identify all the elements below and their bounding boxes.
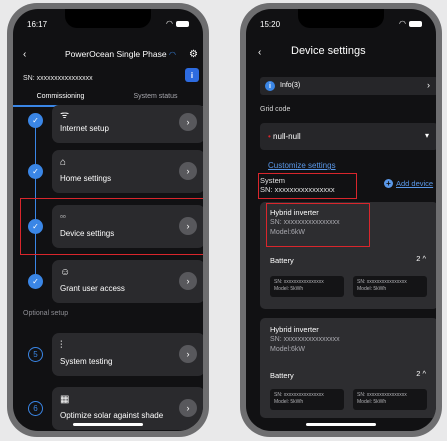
add-device-label: Add device — [396, 179, 434, 188]
wifi-icon: ᯤ — [60, 110, 70, 121]
chevron-right-icon: › — [427, 80, 430, 90]
info-bar[interactable]: i Info(3) › — [260, 77, 436, 95]
device-name: Hybrid inverter — [270, 325, 319, 334]
battery-model: Model: 5kWh — [357, 399, 387, 405]
step-label: Grant user access — [60, 284, 125, 293]
battery-sn: SN: xxxxxxxxxxxxxxxx — [357, 279, 407, 285]
page-title: Device settings — [291, 45, 366, 57]
right-screen: 15:20 ◠ ‹ Device settings i Info(3) › Gr… — [246, 9, 436, 431]
grid-code-select[interactable]: • null-null ▾ — [260, 123, 436, 150]
step-card-system-testing[interactable]: ⫶ System testing › — [52, 333, 203, 376]
chevron-right-icon[interactable]: › — [179, 272, 197, 290]
back-icon[interactable]: ‹ — [23, 49, 26, 60]
battery-sn: SN: xxxxxxxxxxxxxxxx — [274, 279, 324, 285]
solar-panel-icon: ▦ — [60, 394, 70, 405]
required-marker: • — [268, 132, 271, 141]
step-card-home-settings[interactable]: ⌂ Home settings › — [52, 150, 203, 193]
battery-label: Battery — [270, 256, 294, 265]
customize-settings-link[interactable]: Customize settings — [268, 161, 336, 170]
home-icon: ⌂ — [60, 157, 67, 168]
status-time: 15:20 — [260, 19, 281, 29]
battery-count-toggle[interactable]: 2 ^ — [416, 369, 426, 378]
battery-sn: SN: xxxxxxxxxxxxxxxx — [274, 392, 324, 398]
chevron-right-icon[interactable]: › — [179, 162, 197, 180]
grid-code-label: Grid code — [260, 106, 291, 113]
battery-tile[interactable]: SN: xxxxxxxxxxxxxxxx Model: 5kWh — [353, 276, 427, 297]
chevron-right-icon[interactable]: › — [179, 399, 197, 417]
info-label: Info(3) — [280, 82, 301, 89]
highlight-box-system — [258, 173, 357, 199]
battery-status-icon — [176, 21, 189, 27]
info-icon: i — [265, 81, 275, 91]
battery-model: Model: 5kWh — [274, 286, 304, 292]
device-sn: SN: xxxxxxxxxxxxxxxx — [270, 336, 340, 343]
battery-count-toggle[interactable]: 2 ^ — [416, 254, 426, 263]
header: ‹ PowerOcean Single Phase ◠ ⚙ — [13, 47, 203, 61]
notch — [298, 9, 384, 28]
notch — [65, 9, 151, 28]
step-card-internet-setup[interactable]: ᯤ Internet setup › — [52, 105, 203, 143]
left-screen: 16:17 ◠ ‹ PowerOcean Single Phase ◠ ⚙ SN… — [13, 9, 203, 431]
home-indicator — [306, 423, 376, 426]
caret-down-icon: ▾ — [424, 131, 429, 140]
step-complete-node: ✓ — [28, 274, 43, 289]
step-number-node: 5 — [28, 347, 43, 362]
wifi-icon: ◠ — [169, 49, 176, 59]
step-card-grant-user-access[interactable]: ☺ Grant user access › — [52, 260, 203, 303]
highlight-box-inverter — [266, 203, 370, 247]
battery-tile[interactable]: SN: xxxxxxxxxxxxxxxx Model: 5kWh — [270, 389, 344, 410]
sliders-icon: ⫶ — [60, 340, 63, 351]
step-number-node: 6 — [28, 401, 43, 416]
add-device-button[interactable]: + Add device — [384, 179, 433, 188]
wifi-status-icon: ◠ — [399, 19, 406, 28]
step-complete-node: ✓ — [28, 164, 43, 179]
left-phone: 16:17 ◠ ‹ PowerOcean Single Phase ◠ ⚙ SN… — [7, 3, 209, 437]
battery-status-icon — [409, 21, 422, 27]
back-icon[interactable]: ‹ — [258, 47, 261, 58]
battery-tile[interactable]: SN: xxxxxxxxxxxxxxxx Model: 5kWh — [353, 389, 427, 410]
step-label: System testing — [60, 357, 113, 366]
step-label: Internet setup — [60, 124, 109, 133]
user-icon: ☺ — [60, 267, 71, 278]
info-icon[interactable]: i — [185, 68, 199, 82]
device-model: Model:6kW — [270, 346, 306, 353]
grid-code-value: null-null — [273, 132, 301, 141]
serial-number: SN: xxxxxxxxxxxxxxxx — [23, 75, 93, 82]
device-card[interactable]: Hybrid inverter SN: xxxxxxxxxxxxxxxx Mod… — [260, 318, 436, 418]
optional-setup-label: Optional setup — [23, 310, 69, 317]
battery-model: Model: 5kWh — [357, 286, 387, 292]
status-time: 16:17 — [27, 19, 48, 29]
step-label: Home settings — [60, 174, 112, 183]
battery-sn: SN: xxxxxxxxxxxxxxxx — [357, 392, 407, 398]
wifi-status-icon: ◠ — [166, 19, 173, 28]
right-phone: 15:20 ◠ ‹ Device settings i Info(3) › Gr… — [240, 3, 442, 437]
plus-icon: + — [384, 179, 393, 188]
page-title: PowerOcean Single Phase — [65, 49, 167, 59]
step-label: Optimize solar against shade — [60, 411, 164, 420]
home-indicator — [73, 423, 143, 426]
battery-model: Model: 5kWh — [274, 399, 304, 405]
battery-label: Battery — [270, 371, 294, 380]
highlight-box-device-settings — [20, 198, 203, 255]
step-complete-node: ✓ — [28, 113, 43, 128]
chevron-right-icon[interactable]: › — [179, 345, 197, 363]
header: ‹ Device settings — [246, 45, 436, 61]
battery-tile[interactable]: SN: xxxxxxxxxxxxxxxx Model: 5kWh — [270, 276, 344, 297]
chevron-right-icon[interactable]: › — [179, 113, 197, 131]
gear-icon[interactable]: ⚙ — [189, 49, 198, 60]
